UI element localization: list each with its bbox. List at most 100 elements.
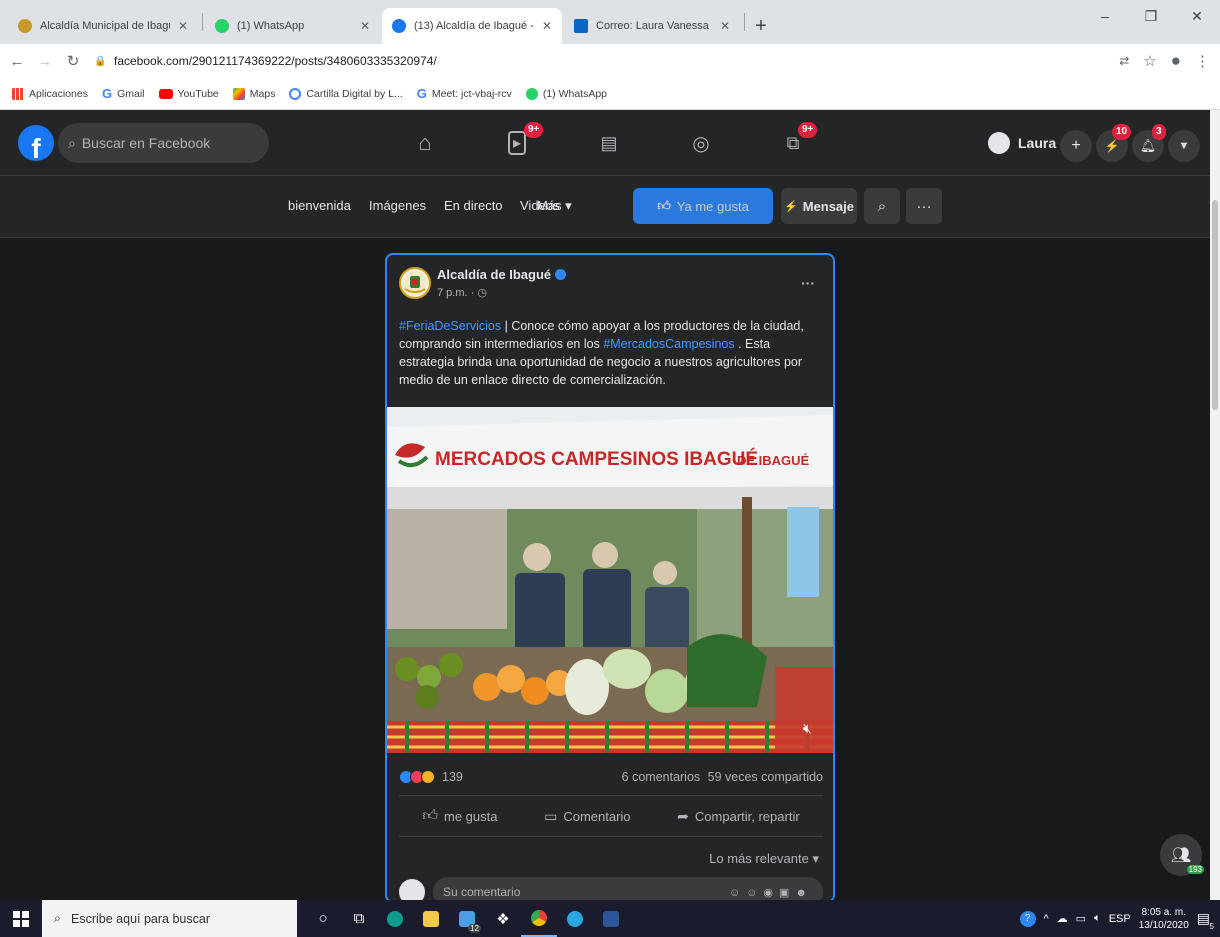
page-more-button[interactable]: ··· [906, 188, 942, 224]
avatar [988, 132, 1010, 154]
bookmark-cartilla[interactable]: Cartilla Digital by L... [289, 87, 403, 100]
messenger-button[interactable]: ⚡ 10 [1096, 124, 1132, 162]
post-options-button[interactable]: ··· [801, 275, 815, 291]
taskbar-dropbox[interactable]: ❖ [485, 900, 521, 937]
bookmark-maps[interactable]: Maps [232, 87, 276, 100]
comments-count[interactable]: 6 comentarios [622, 770, 701, 784]
bookmark-whatsapp[interactable]: (1) WhatsApp [525, 87, 607, 100]
shares-count[interactable]: 59 veces compartido [708, 770, 823, 784]
share-action-button[interactable]: ➦ Compartir, repartir [677, 808, 799, 825]
volume-icon[interactable]: 🔈︎ [1094, 912, 1101, 925]
post-timestamp[interactable]: 7 p.m. · ◷ [437, 286, 487, 299]
help-icon[interactable]: ? [1019, 910, 1036, 927]
gif-icon[interactable]: ▣ [779, 887, 795, 899]
profile-icon[interactable]: ● [1171, 51, 1181, 71]
post-author[interactable]: Alcaldía de Ibagué [437, 267, 567, 282]
taskbar-app[interactable] [557, 900, 593, 937]
sticker-icon[interactable]: ☻ [795, 887, 813, 899]
comment-sort-dropdown[interactable]: Lo más relevante ▾ [709, 851, 819, 867]
hashtag-link[interactable]: #FeriaDeServicios [399, 319, 501, 333]
profile-link[interactable]: Laura [988, 128, 1056, 158]
close-icon[interactable]: ✕ [360, 19, 370, 33]
cortana-button[interactable]: ○ [305, 900, 341, 937]
menu-dots-icon[interactable]: ⋮ [1195, 52, 1210, 70]
tab-en-directo[interactable]: En directo [444, 198, 503, 213]
nav-marketplace[interactable]: ▤ [564, 110, 654, 176]
forward-icon[interactable]: → [34, 50, 56, 72]
send-message-button[interactable]: ⚡ Mensaje [781, 188, 857, 224]
reaction-count[interactable]: 139 [442, 770, 463, 784]
avatar-sticker-icon[interactable]: ☺ [729, 887, 746, 899]
chevron-up-icon[interactable]: ^ [1044, 913, 1049, 925]
new-message-button[interactable]: 👥︎ 193 [1160, 834, 1204, 876]
nav-watch[interactable]: ▸ 9+ [472, 110, 562, 176]
taskbar-word[interactable] [593, 900, 629, 937]
like-action-button[interactable]: 👍︎ me gusta [422, 807, 497, 825]
tab-mas[interactable]: Más ▾ [537, 198, 572, 214]
camera-icon[interactable]: ◉ [763, 887, 779, 899]
create-button[interactable]: + [1060, 130, 1092, 162]
back-icon[interactable]: ← [6, 50, 28, 72]
nav-groups[interactable]: ◎ [656, 110, 746, 176]
folder-icon [423, 910, 439, 927]
close-icon[interactable]: ✕ [542, 19, 552, 33]
emoji-icon[interactable]: ☺ [746, 887, 763, 899]
mute-icon[interactable]: 🔇︎ [803, 721, 812, 737]
notifications-icon[interactable]: ▤ 5 [1197, 910, 1214, 931]
page-like-button[interactable]: 👍︎ Ya me gusta [633, 188, 773, 224]
page-search-button[interactable]: ⌕ [864, 188, 900, 224]
tab-bienvenida[interactable]: bienvenida [288, 198, 351, 213]
close-icon[interactable]: ✕ [720, 19, 730, 33]
reload-icon[interactable]: ↻ [62, 50, 84, 72]
facebook-search-input[interactable]: ⌕ Buscar en Facebook [58, 123, 269, 163]
bookmark-meet[interactable]: G Meet: jct-vbaj-rcv [417, 86, 512, 101]
facebook-logo-icon[interactable]: f [18, 125, 54, 161]
start-button[interactable] [0, 900, 42, 937]
tab-imagenes[interactable]: Imágenes [369, 198, 426, 213]
clock[interactable]: 8:05 a. m. 13/10/2020 [1139, 906, 1189, 932]
taskbar-search-input[interactable]: ⌕ Escribe aquí para buscar [42, 900, 297, 937]
lock-icon[interactable]: 🔒 [94, 56, 106, 67]
page-scrollbar[interactable] [1210, 110, 1220, 900]
tab-alcaldia-municipal[interactable]: Alcaldía Municipal de Ibagué - Ib ✕ [8, 8, 198, 44]
close-window-icon[interactable]: ✕ [1174, 0, 1220, 32]
language-indicator[interactable]: ESP [1109, 913, 1131, 925]
task-view-button[interactable]: ⧉ [341, 900, 377, 937]
taskbar-mail[interactable]: 12 [449, 900, 485, 937]
new-tab-button[interactable]: + [747, 8, 775, 44]
tab-title: Alcaldía Municipal de Ibagué - Ib [40, 20, 170, 32]
taskbar-edge[interactable] [377, 900, 413, 937]
tab-correo[interactable]: Correo: Laura Vanessa Morales S ✕ [564, 8, 740, 44]
restore-icon[interactable]: ❐ [1128, 0, 1174, 32]
minimize-icon[interactable]: – [1082, 0, 1128, 32]
page-avatar[interactable] [399, 267, 431, 299]
bookmark-apps[interactable]: Aplicaciones [12, 87, 88, 100]
tab-whatsapp[interactable]: (1) WhatsApp ✕ [205, 8, 380, 44]
cloud-icon[interactable]: ☁ [1057, 912, 1068, 925]
nav-gaming[interactable]: ⧉ 9+ [748, 110, 838, 176]
hashtag-link[interactable]: #MercadosCampesinos [603, 337, 734, 351]
url-field[interactable]: 🔒 facebook.com/290121174369222/posts/348… [94, 47, 1119, 75]
comment-action-button[interactable]: ▭ Comentario [544, 808, 630, 825]
post-image[interactable]: MERCADOS CAMPESINOS IBAGUÉ DE IBAGUÉ 🔇︎ [387, 407, 833, 753]
nav-home[interactable]: ⌂ [380, 110, 470, 176]
bookmark-star-icon[interactable]: ☆ [1143, 52, 1156, 70]
bookmark-gmail[interactable]: G Gmail [102, 86, 145, 101]
bookmark-youtube[interactable]: YouTube [158, 88, 219, 100]
translate-icon[interactable]: ⇄ [1119, 54, 1129, 68]
bookmark-label: Maps [249, 87, 276, 100]
network-icon[interactable]: ▭ [1076, 912, 1086, 925]
tab-facebook-post[interactable]: (13) Alcaldía de Ibagué - Publica ✕ [382, 8, 562, 44]
message-label: Mensaje [802, 198, 854, 214]
close-icon[interactable]: ✕ [178, 19, 188, 33]
taskbar-chrome[interactable] [521, 900, 557, 937]
author-name: Alcaldía de Ibagué [437, 267, 552, 282]
scrollbar-thumb[interactable] [1212, 200, 1218, 410]
taskbar-file-explorer[interactable] [413, 900, 449, 937]
url-text: facebook.com/290121174369222/posts/34806… [114, 54, 437, 68]
notifications-button[interactable]: 🔔︎ 3 [1132, 124, 1166, 162]
thumbs-up-icon: 👍︎ [657, 198, 671, 213]
time-text: 7 p.m. · [437, 287, 478, 299]
account-menu-button[interactable]: ▼ [1168, 130, 1200, 162]
search-icon: ⌕ [877, 197, 887, 215]
